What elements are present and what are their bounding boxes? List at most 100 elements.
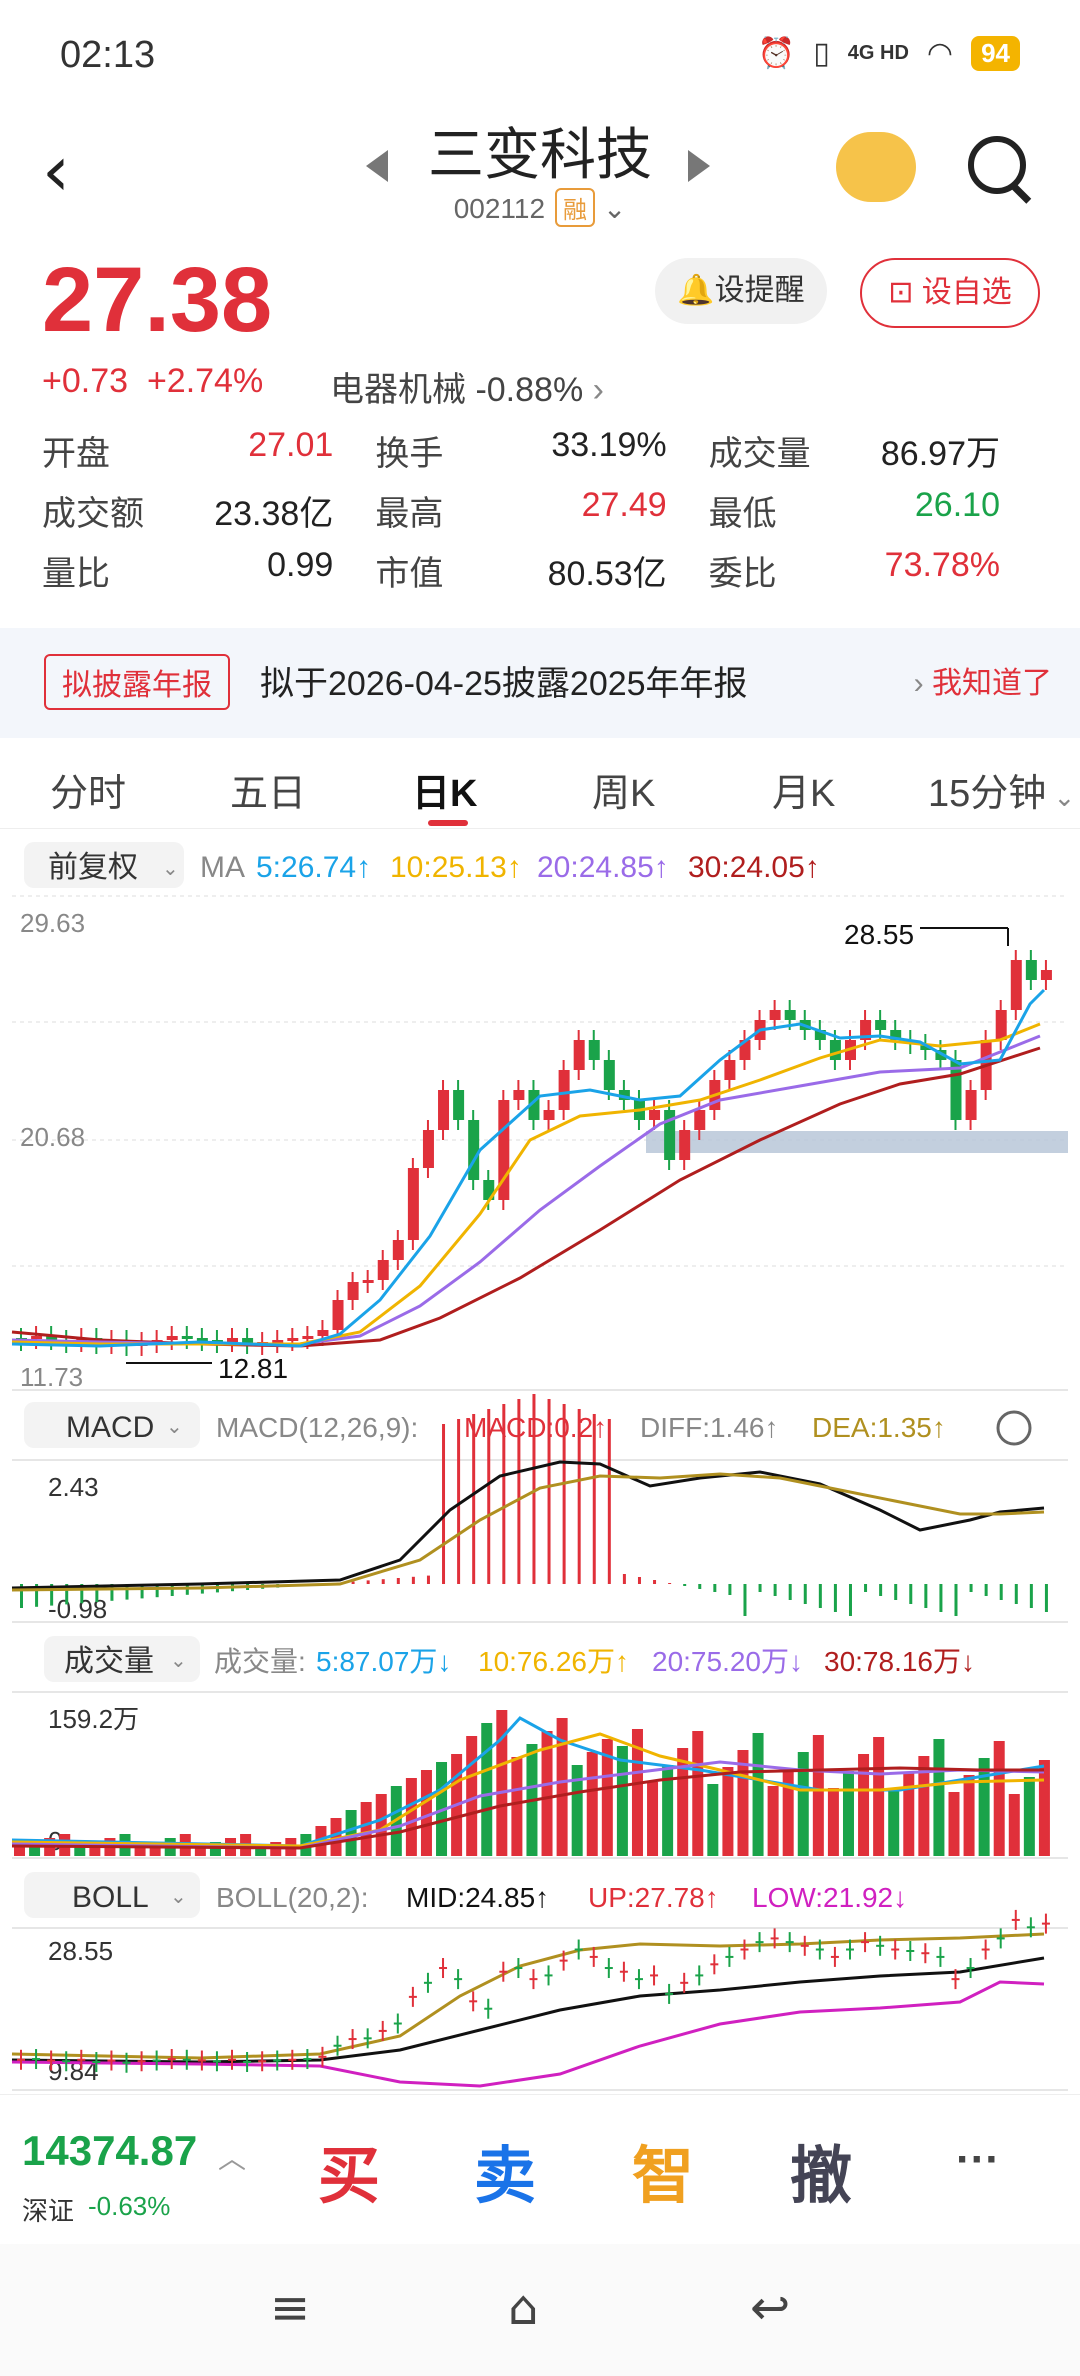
macd-bar	[683, 1584, 687, 1586]
tab-daily-k[interactable]: 日K	[412, 762, 477, 817]
support-zone	[646, 1131, 1068, 1153]
volume-bar	[481, 1723, 493, 1856]
tab-15min[interactable]: 15分钟 ⌄	[928, 762, 1075, 817]
macd-bar	[939, 1584, 943, 1612]
candle-body	[1040, 970, 1052, 980]
candle-body	[302, 1336, 314, 1339]
macd-bar	[547, 1399, 551, 1584]
stock-charts[interactable]: 前复权 ⌄ MA 5:26.74↑ 10:25.13↑ 20:24.85↑ 30…	[0, 828, 1080, 2094]
macd-bar	[803, 1584, 807, 1604]
more-button[interactable]: ···	[956, 2135, 1000, 2185]
stat-label: 委比	[708, 554, 777, 593]
chat-icon: ⊡	[888, 276, 922, 309]
macd-bar	[517, 1399, 521, 1584]
stat-value: 26.10	[914, 485, 1000, 524]
macd-bar	[773, 1584, 777, 1596]
tab-five-day[interactable]: 五日	[230, 762, 306, 817]
candle-body	[31, 1336, 43, 1339]
buy-button[interactable]: 买	[318, 2125, 380, 2215]
chevron-down-icon: ⌄	[170, 1886, 187, 1908]
stat-cell: 最低 26.10	[709, 486, 1000, 535]
active-tab-indicator	[428, 820, 468, 826]
macd-bar	[1029, 1584, 1033, 1608]
candle-body	[588, 1040, 600, 1060]
sell-button[interactable]: 卖	[474, 2125, 536, 2215]
settings-icon[interactable]	[996, 1410, 1032, 1446]
sector-link[interactable]: 电器机械 -0.88% ›	[330, 362, 604, 411]
trade-bar: 14374.87 ︿ 深证 -0.63% 买 卖 智 撤 ···	[0, 2094, 1080, 2245]
diff-value: DIFF:1.46↑	[640, 1412, 778, 1443]
candle-body	[784, 1010, 796, 1020]
notice-tag: 拟披露年报	[44, 654, 230, 710]
index-value[interactable]: 14374.87	[22, 2127, 197, 2175]
volume-bar	[827, 1788, 839, 1856]
stat-cell: 成交额 23.38亿	[42, 486, 333, 535]
search-icon[interactable]	[968, 136, 1026, 194]
menu-icon[interactable]: ≡	[270, 2280, 310, 2336]
macd-bar	[502, 1404, 506, 1584]
vol20-value: 20:75.20万↓	[652, 1646, 803, 1677]
macd-bar	[909, 1584, 913, 1604]
macd-bar	[457, 1419, 461, 1584]
price-change: +0.73 +2.74%	[42, 362, 263, 401]
tab-weekly-k[interactable]: 周K	[592, 762, 655, 817]
macd-name: MACD	[66, 1411, 154, 1444]
macd-bar	[728, 1584, 732, 1595]
stats-row: 量比 0.99 市值 80.53亿 委比 73.78%	[42, 540, 1042, 600]
stat-label: 成交额	[42, 494, 144, 533]
stock-code-row[interactable]: 002112 融 ⌄	[0, 188, 1080, 227]
network-label: 4G HD	[847, 42, 909, 64]
macd-params: MACD(12,26,9):	[216, 1412, 418, 1443]
volume-bar	[978, 1758, 990, 1856]
stat-value: 73.78%	[884, 545, 1000, 584]
back-nav-icon[interactable]: ↩	[750, 2280, 790, 2336]
candle-body	[392, 1240, 404, 1260]
volume-bar	[767, 1786, 779, 1856]
boll-name: BOLL	[72, 1881, 149, 1914]
volume-bar	[511, 1757, 523, 1856]
set-alert-button[interactable]: 🔔设提醒	[655, 258, 827, 324]
stat-value: 27.01	[248, 425, 334, 464]
stats-row: 开盘 27.01 换手 33.19% 成交量 86.97万	[42, 420, 1042, 480]
ma5-line	[11, 988, 1046, 1348]
macd-bar	[653, 1580, 657, 1584]
dea-value: DEA:1.35↑	[812, 1412, 946, 1443]
ma20-line	[11, 1034, 1041, 1346]
volume-bar	[345, 1810, 357, 1856]
chevron-up-icon[interactable]: ︿	[218, 2137, 246, 2177]
macd-bar	[592, 1414, 596, 1584]
candle-body	[649, 1110, 661, 1120]
volume-bar	[933, 1739, 945, 1856]
status-bar: 02:13 ⏰ ▯ 4G HD ◠ 94	[0, 0, 1080, 110]
adjust-label: 前复权	[48, 851, 138, 884]
macd-bar	[894, 1584, 898, 1600]
home-icon[interactable]: ⌂	[508, 2280, 538, 2336]
candle-body	[181, 1336, 193, 1339]
tab-timeshare[interactable]: 分时	[50, 762, 126, 817]
chevron-down-icon: ⌄	[166, 1416, 183, 1438]
volume-bar	[405, 1778, 417, 1856]
macd-bar	[1014, 1584, 1018, 1604]
smart-button[interactable]: 智	[632, 2125, 694, 2215]
ma30-line	[11, 1046, 1041, 1348]
candle-body	[422, 1130, 434, 1168]
volume-bar	[707, 1784, 719, 1856]
next-stock-icon[interactable]	[688, 150, 710, 182]
candle-body	[438, 1090, 450, 1130]
macd-bar	[879, 1584, 883, 1596]
macd-bar	[351, 1581, 355, 1584]
mascot-icon[interactable]	[836, 132, 916, 202]
macd-bar	[622, 1574, 626, 1584]
dismiss-notice-button[interactable]: › 我知道了	[914, 658, 1052, 702]
tab-monthly-k[interactable]: 月K	[772, 762, 835, 817]
stock-code: 002112	[453, 193, 546, 224]
stock-header: ‹ 三变科技 002112 融 ⌄	[0, 110, 1080, 260]
chevron-down-icon: ⌄	[170, 1650, 187, 1672]
volume-y-top: 159.2万	[48, 1704, 139, 1734]
add-watchlist-button[interactable]: ⊡ 设自选	[860, 258, 1040, 328]
macd-bar	[743, 1584, 747, 1616]
cancel-order-button[interactable]: 撤	[790, 2125, 852, 2215]
status-icons: ⏰ ▯ 4G HD ◠ 94	[758, 36, 1020, 71]
macd-bar	[833, 1584, 837, 1612]
macd-bar	[969, 1584, 973, 1592]
